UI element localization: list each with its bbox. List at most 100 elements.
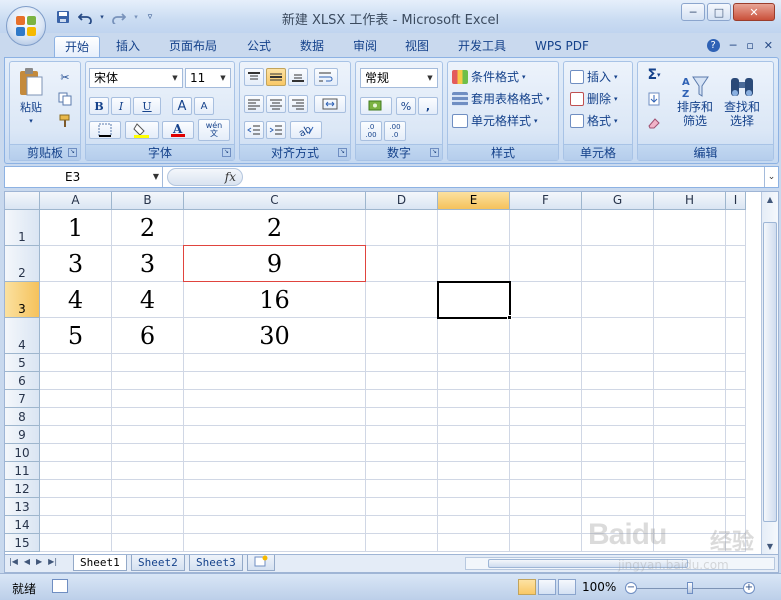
cell-g4[interactable]	[582, 318, 654, 354]
cell-h10[interactable]	[654, 444, 726, 462]
row-header-1[interactable]: 1	[5, 210, 40, 246]
cell-g9[interactable]	[582, 426, 654, 444]
border-button[interactable]	[89, 121, 121, 139]
cell-b10[interactable]	[112, 444, 184, 462]
italic-button[interactable]: I	[111, 97, 131, 115]
cell-h5[interactable]	[654, 354, 726, 372]
cell-g1[interactable]	[582, 210, 654, 246]
fill-handle[interactable]	[507, 315, 512, 320]
align-middle-button[interactable]	[266, 68, 286, 86]
cell-d13[interactable]	[366, 498, 438, 516]
cell-b4[interactable]: 6	[112, 318, 184, 354]
cell-g12[interactable]	[582, 480, 654, 498]
cell-c8[interactable]	[184, 408, 366, 426]
orientation-button[interactable]: ab	[290, 121, 322, 139]
cell-d11[interactable]	[366, 462, 438, 480]
conditional-format-button[interactable]: 条件格式 ▾	[452, 68, 526, 85]
column-header-c[interactable]: C	[184, 192, 366, 210]
cell-a12[interactable]	[40, 480, 112, 498]
row-header-15[interactable]: 15	[5, 534, 40, 552]
cell-h15[interactable]	[654, 534, 726, 552]
tab-page-layout[interactable]: 页面布局	[159, 36, 227, 58]
zoom-level[interactable]: 100%	[582, 580, 616, 594]
cell-b7[interactable]	[112, 390, 184, 408]
cell-c11[interactable]	[184, 462, 366, 480]
align-center-button[interactable]	[266, 95, 286, 113]
decrease-decimal-button[interactable]: .00 .0	[384, 121, 406, 141]
scroll-up-icon[interactable]: ▲	[763, 192, 777, 207]
save-icon[interactable]	[54, 8, 72, 26]
font-color-button[interactable]: A	[162, 121, 194, 139]
delete-cells-button[interactable]: 删除 ▾	[570, 90, 618, 107]
merge-center-button[interactable]	[314, 95, 346, 113]
cell-h11[interactable]	[654, 462, 726, 480]
doc-close-button[interactable]: ✕	[764, 39, 773, 52]
underline-button[interactable]: U	[133, 97, 161, 115]
fill-button[interactable]	[642, 90, 666, 108]
column-header-i[interactable]: I	[726, 192, 746, 210]
cell-a3[interactable]: 4	[40, 282, 112, 318]
cell-b9[interactable]	[112, 426, 184, 444]
cell-i10[interactable]	[726, 444, 746, 462]
cell-i15[interactable]	[726, 534, 746, 552]
cell-a7[interactable]	[40, 390, 112, 408]
cell-h7[interactable]	[654, 390, 726, 408]
cell-e1[interactable]	[438, 210, 510, 246]
last-sheet-icon[interactable]: ▶|	[48, 557, 57, 566]
format-painter-icon[interactable]	[54, 112, 76, 130]
cell-c10[interactable]	[184, 444, 366, 462]
page-layout-view-button[interactable]	[538, 579, 556, 595]
column-header-a[interactable]: A	[40, 192, 112, 210]
zoom-slider[interactable]: − +	[625, 582, 755, 594]
zoom-in-icon[interactable]: +	[743, 582, 755, 594]
insert-sheet-button[interactable]	[247, 555, 275, 571]
row-header-5[interactable]: 5	[5, 354, 40, 372]
cell-a10[interactable]	[40, 444, 112, 462]
cell-d4[interactable]	[366, 318, 438, 354]
row-header-9[interactable]: 9	[5, 426, 40, 444]
tab-review[interactable]: 审阅	[343, 36, 387, 58]
cell-d5[interactable]	[366, 354, 438, 372]
tab-view[interactable]: 视图	[395, 36, 439, 58]
cell-h2[interactable]	[654, 246, 726, 282]
cell-f2[interactable]	[510, 246, 582, 282]
format-cells-button[interactable]: 格式 ▾	[570, 112, 618, 129]
number-format-select[interactable]: 常规 ▼	[360, 68, 438, 88]
cell-c5[interactable]	[184, 354, 366, 372]
cell-i2[interactable]	[726, 246, 746, 282]
accounting-format-button[interactable]	[360, 97, 392, 115]
cell-e14[interactable]	[438, 516, 510, 534]
row-header-11[interactable]: 11	[5, 462, 40, 480]
tab-insert[interactable]: 插入	[106, 36, 150, 58]
row-header-7[interactable]: 7	[5, 390, 40, 408]
decrease-indent-button[interactable]	[244, 121, 264, 139]
cell-f1[interactable]	[510, 210, 582, 246]
cell-b6[interactable]	[112, 372, 184, 390]
cell-e2[interactable]	[438, 246, 510, 282]
minimize-button[interactable]: ─	[681, 3, 705, 21]
row-header-8[interactable]: 8	[5, 408, 40, 426]
customize-qat-icon[interactable]: ▿	[144, 8, 156, 26]
cell-b3[interactable]: 4	[112, 282, 184, 318]
cell-e8[interactable]	[438, 408, 510, 426]
cell-a14[interactable]	[40, 516, 112, 534]
cut-icon[interactable]: ✂	[54, 68, 76, 86]
cell-d9[interactable]	[366, 426, 438, 444]
cell-g11[interactable]	[582, 462, 654, 480]
cell-g3[interactable]	[582, 282, 654, 318]
column-header-f[interactable]: F	[510, 192, 582, 210]
cell-h1[interactable]	[654, 210, 726, 246]
increase-decimal-button[interactable]: .0 .00	[360, 121, 382, 141]
cell-i8[interactable]	[726, 408, 746, 426]
page-break-view-button[interactable]	[558, 579, 576, 595]
cell-b15[interactable]	[112, 534, 184, 552]
cell-a2[interactable]: 3	[40, 246, 112, 282]
macro-record-icon[interactable]	[52, 579, 68, 593]
cell-f10[interactable]	[510, 444, 582, 462]
cell-g14[interactable]	[582, 516, 654, 534]
cell-f7[interactable]	[510, 390, 582, 408]
number-launcher-icon[interactable]: ↘	[430, 148, 439, 157]
cell-e3[interactable]	[437, 281, 511, 319]
cell-f13[interactable]	[510, 498, 582, 516]
cell-a1[interactable]: 1	[40, 210, 112, 246]
